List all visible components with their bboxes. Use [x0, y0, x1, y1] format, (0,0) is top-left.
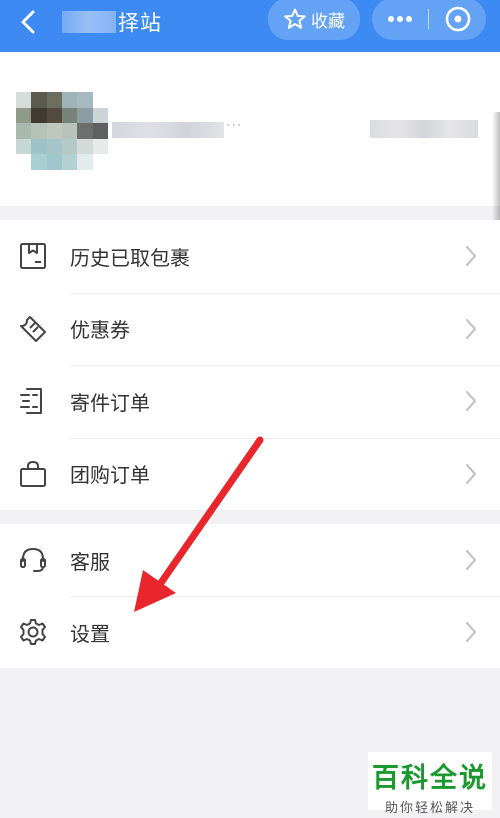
menu-item-label: 设置: [70, 621, 110, 646]
menu-item-label: 寄件订单: [70, 390, 150, 415]
chevron-right-icon: [465, 391, 477, 412]
watermark-logo: 百科全说 助你轻松解决: [368, 752, 492, 816]
username-blurred: [112, 122, 224, 138]
watermark-main: 百科全说: [372, 763, 488, 794]
headset-icon: [18, 545, 48, 575]
menu-item-coupons[interactable]: 优惠券: [0, 292, 500, 366]
send-order-icon: [18, 386, 48, 416]
more-dots-icon: [388, 16, 412, 22]
menu-item-send-orders[interactable]: 寄件订单: [0, 365, 500, 438]
back-button[interactable]: [14, 8, 42, 36]
more-button[interactable]: [372, 0, 428, 40]
menu-item-history-packages[interactable]: 历史已取包裹: [0, 220, 500, 293]
username-dots: ···: [226, 118, 243, 134]
favorite-label: 收藏: [311, 11, 345, 32]
mini-program-capsule: [372, 0, 486, 40]
chevron-right-icon: [465, 463, 477, 484]
watermark-sub: 助你轻松解决: [384, 801, 475, 816]
chevron-right-icon: [465, 246, 477, 267]
chevron-right-icon: [465, 318, 477, 339]
close-button[interactable]: [429, 0, 486, 40]
menu-group-support: 客服 设置: [0, 524, 500, 668]
chevron-left-icon: [21, 10, 35, 34]
close-circle-icon: [445, 6, 470, 32]
menu-item-label: 团购订单: [70, 463, 150, 488]
account-info-blurred: [370, 120, 478, 138]
title-blurred-part: [62, 11, 116, 33]
chevron-right-icon: [465, 621, 477, 643]
menu-item-group-buy-orders[interactable]: 团购订单: [0, 437, 500, 511]
menu-item-label: 客服: [70, 549, 110, 574]
menu-item-settings[interactable]: 设置: [0, 596, 500, 668]
menu-item-customer-service[interactable]: 客服: [0, 524, 500, 596]
gear-icon: [18, 617, 48, 647]
avatar: [16, 92, 108, 170]
chevron-right-icon: [465, 549, 477, 571]
menu-item-label: 历史已取包裹: [70, 245, 190, 270]
top-bar: 择站 收藏: [0, 0, 500, 52]
shopping-bag-icon: [18, 459, 48, 489]
profile-card[interactable]: ···: [0, 52, 500, 222]
title-visible-text: 择站: [118, 11, 162, 35]
menu-group-orders: 历史已取包裹 优惠券 寄件订单 团购订单: [0, 220, 500, 510]
favorite-button[interactable]: 收藏: [268, 0, 360, 40]
profile-edge-shadow: [492, 112, 500, 222]
package-box-icon: [18, 241, 48, 271]
star-outline-icon: [284, 8, 306, 29]
menu-item-label: 优惠券: [70, 318, 130, 343]
page-title: 择站: [62, 8, 162, 36]
coupon-ticket-icon: [18, 314, 48, 344]
